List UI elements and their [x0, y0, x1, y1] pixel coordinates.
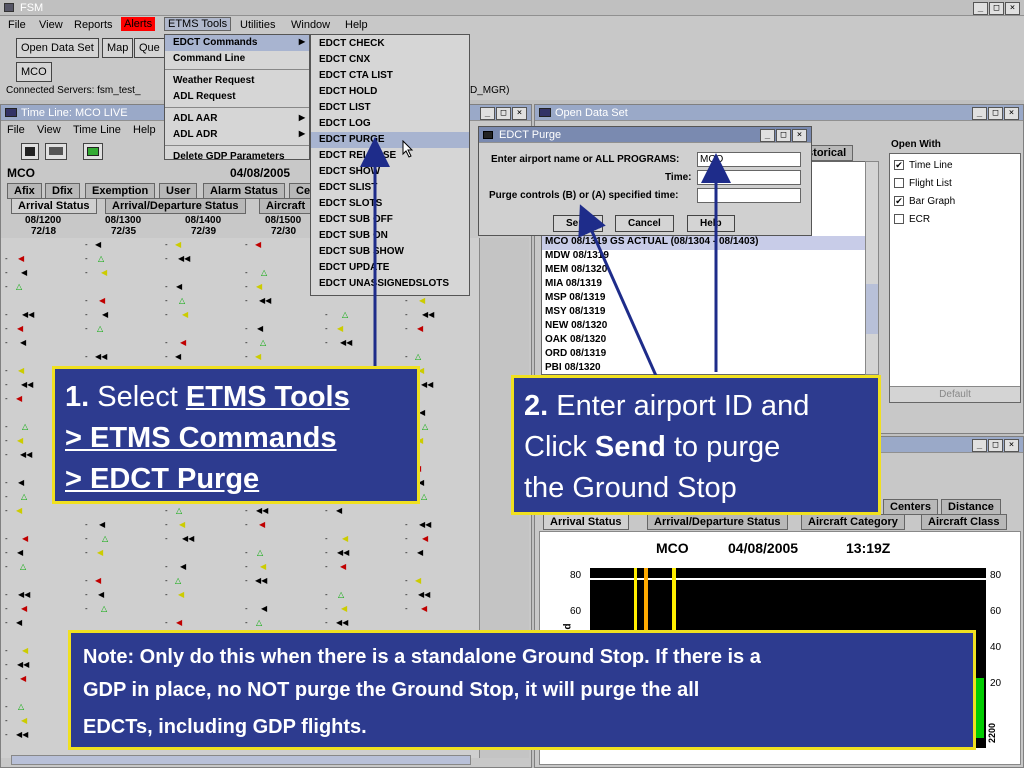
note-line-2: GDP in place, no NOT purge the Ground St… — [83, 679, 700, 701]
step2-send: Send — [594, 431, 666, 463]
step1-etms-tools: ETMS Tools — [185, 381, 350, 413]
step2-text4: the Ground Stop — [524, 472, 737, 504]
step2-text3: to purge — [673, 431, 781, 463]
step2-number: 2. — [524, 390, 549, 422]
step1-number: 1. — [65, 381, 90, 413]
step1-edct-purge: > EDCT Purge — [65, 463, 260, 495]
note-box: Note: Only do this when there is a stand… — [68, 630, 976, 750]
note-line-1: Note: Only do this when there is a stand… — [83, 646, 761, 668]
step1-text: Select — [97, 381, 178, 413]
note-line-3: EDCTs, including GDP flights. — [83, 716, 367, 738]
step2-text2: Click — [524, 431, 587, 463]
step2-text1: Enter airport ID and — [556, 390, 810, 422]
arrow-to-send-button — [578, 204, 659, 379]
callout-step-1: 1. Select ETMS Tools > ETMS Commands > E… — [52, 366, 420, 504]
step1-etms-commands: > ETMS Commands — [65, 422, 337, 454]
callout-step-2: 2. Enter airport ID and Click Send to pu… — [511, 375, 881, 515]
